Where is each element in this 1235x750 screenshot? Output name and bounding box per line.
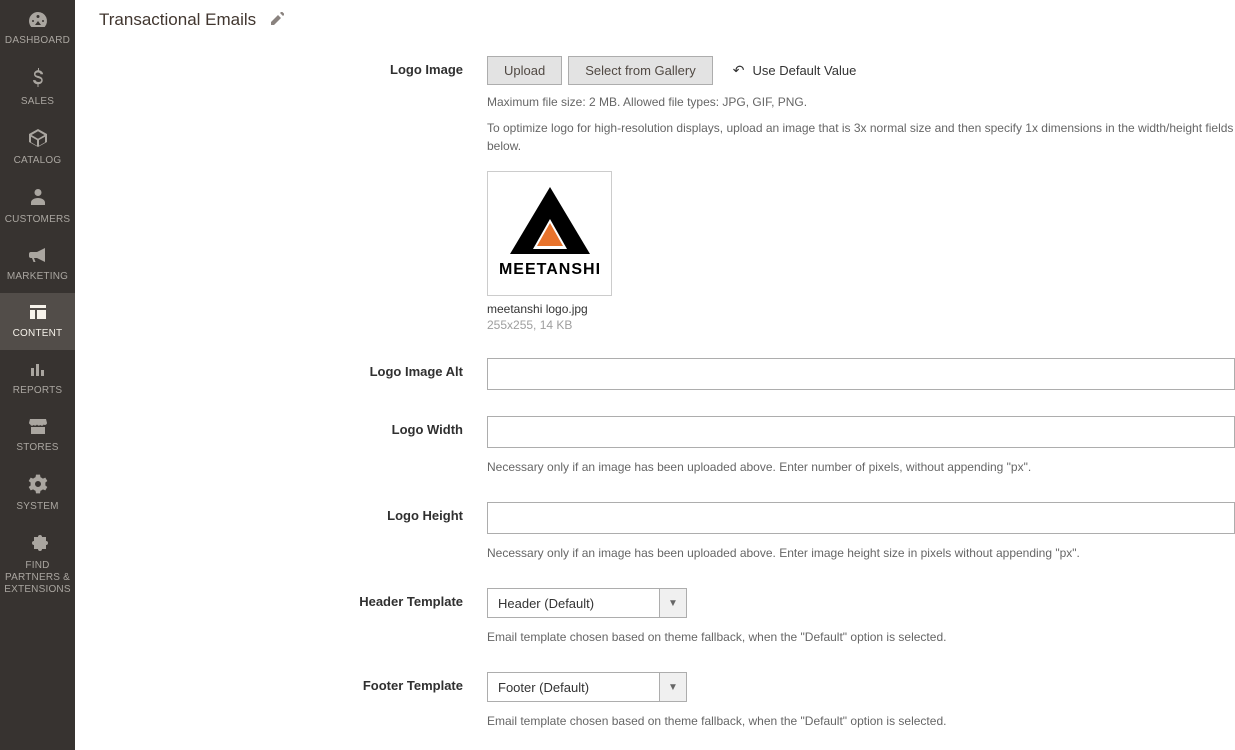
sidebar-item-reports[interactable]: REPORTS [0,350,75,407]
sidebar-item-label: SYSTEM [16,501,58,513]
admin-sidebar: DASHBOARD SALES CATALOG CUSTOMERS MARKET… [0,0,75,750]
sidebar-item-partners[interactable]: FIND PARTNERS & EXTENSIONS [0,523,75,606]
sidebar-item-dashboard[interactable]: DASHBOARD [0,0,75,57]
hint-optimize: To optimize logo for high-resolution dis… [487,119,1235,155]
sidebar-item-stores[interactable]: STORES [0,407,75,464]
sidebar-item-catalog[interactable]: CATALOG [0,118,75,177]
field-footer-template: Footer Template Footer (Default) ▼ Email… [277,672,1235,730]
field-label: Logo Image Alt [277,358,487,379]
gear-icon [28,474,48,498]
logo-text: MEETANSHI [498,261,600,278]
header-template-select[interactable]: Header (Default) ▼ [487,588,687,618]
use-default-label: Use Default Value [752,63,856,78]
use-default-value[interactable]: ↶ Use Default Value [733,62,857,79]
footer-template-select[interactable]: Footer (Default) ▼ [487,672,687,702]
file-meta: 255x255, 14 KB [487,318,1235,332]
hint-filesize: Maximum file size: 2 MB. Allowed file ty… [487,93,1235,111]
field-logo-image: Logo Image Upload Select from Gallery ↶ … [277,56,1235,332]
store-icon [27,417,49,439]
field-header-template: Header Template Header (Default) ▼ Email… [277,588,1235,646]
person-icon [29,187,47,211]
hint-width: Necessary only if an image has been uplo… [487,458,1235,476]
sidebar-item-marketing[interactable]: MARKETING [0,236,75,293]
field-label: Footer Template [277,672,487,693]
puzzle-icon [28,533,48,557]
sidebar-item-content[interactable]: CONTENT [0,293,75,350]
hint-footer-template: Email template chosen based on theme fal… [487,712,1235,730]
logo-alt-input[interactable] [487,358,1235,390]
chevron-down-icon: ▼ [659,672,687,702]
sidebar-item-customers[interactable]: CUSTOMERS [0,177,75,236]
file-name: meetanshi logo.jpg [487,302,1235,316]
field-label: Header Template [277,588,487,609]
select-value: Footer (Default) [487,672,659,702]
sidebar-item-label: REPORTS [13,385,63,397]
dashboard-icon [27,10,49,32]
sidebar-item-label: SALES [21,96,54,108]
field-label: Logo Width [277,416,487,437]
sidebar-item-label: MARKETING [7,271,68,283]
hint-header-template: Email template chosen based on theme fal… [487,628,1235,646]
logo-preview[interactable]: MEETANSHI [487,171,612,296]
cube-icon [27,128,49,152]
sidebar-item-sales[interactable]: SALES [0,57,75,118]
logo-height-input[interactable] [487,502,1235,534]
sidebar-item-label: CATALOG [14,155,62,167]
main-content: Transactional Emails Logo Image Upload S… [75,0,1235,750]
sidebar-item-label: CONTENT [13,328,63,340]
hint-height: Necessary only if an image has been uplo… [487,544,1235,562]
layout-icon [28,303,48,325]
field-logo-height: Logo Height Necessary only if an image h… [277,502,1235,562]
field-label: Logo Image [277,56,487,77]
field-label: Logo Height [277,502,487,523]
megaphone-icon [27,246,49,268]
chart-icon [28,360,48,382]
undo-icon: ↶ [733,62,745,79]
logo-width-input[interactable] [487,416,1235,448]
dollar-icon [29,67,47,93]
field-logo-width: Logo Width Necessary only if an image ha… [277,416,1235,476]
field-logo-alt: Logo Image Alt [277,358,1235,390]
sidebar-item-label: DASHBOARD [5,35,70,47]
chevron-down-icon: ▼ [659,588,687,618]
page-title: Transactional Emails [99,10,256,30]
page-header: Transactional Emails [99,0,1235,56]
sidebar-item-label: FIND PARTNERS & EXTENSIONS [2,560,73,596]
select-value: Header (Default) [487,588,659,618]
edit-icon[interactable] [270,12,284,29]
sidebar-item-label: CUSTOMERS [5,214,71,226]
sidebar-item-system[interactable]: SYSTEM [0,464,75,523]
form-area: Logo Image Upload Select from Gallery ↶ … [99,56,1235,730]
upload-button[interactable]: Upload [487,56,562,85]
select-gallery-button[interactable]: Select from Gallery [568,56,713,85]
sidebar-item-label: STORES [16,442,58,454]
